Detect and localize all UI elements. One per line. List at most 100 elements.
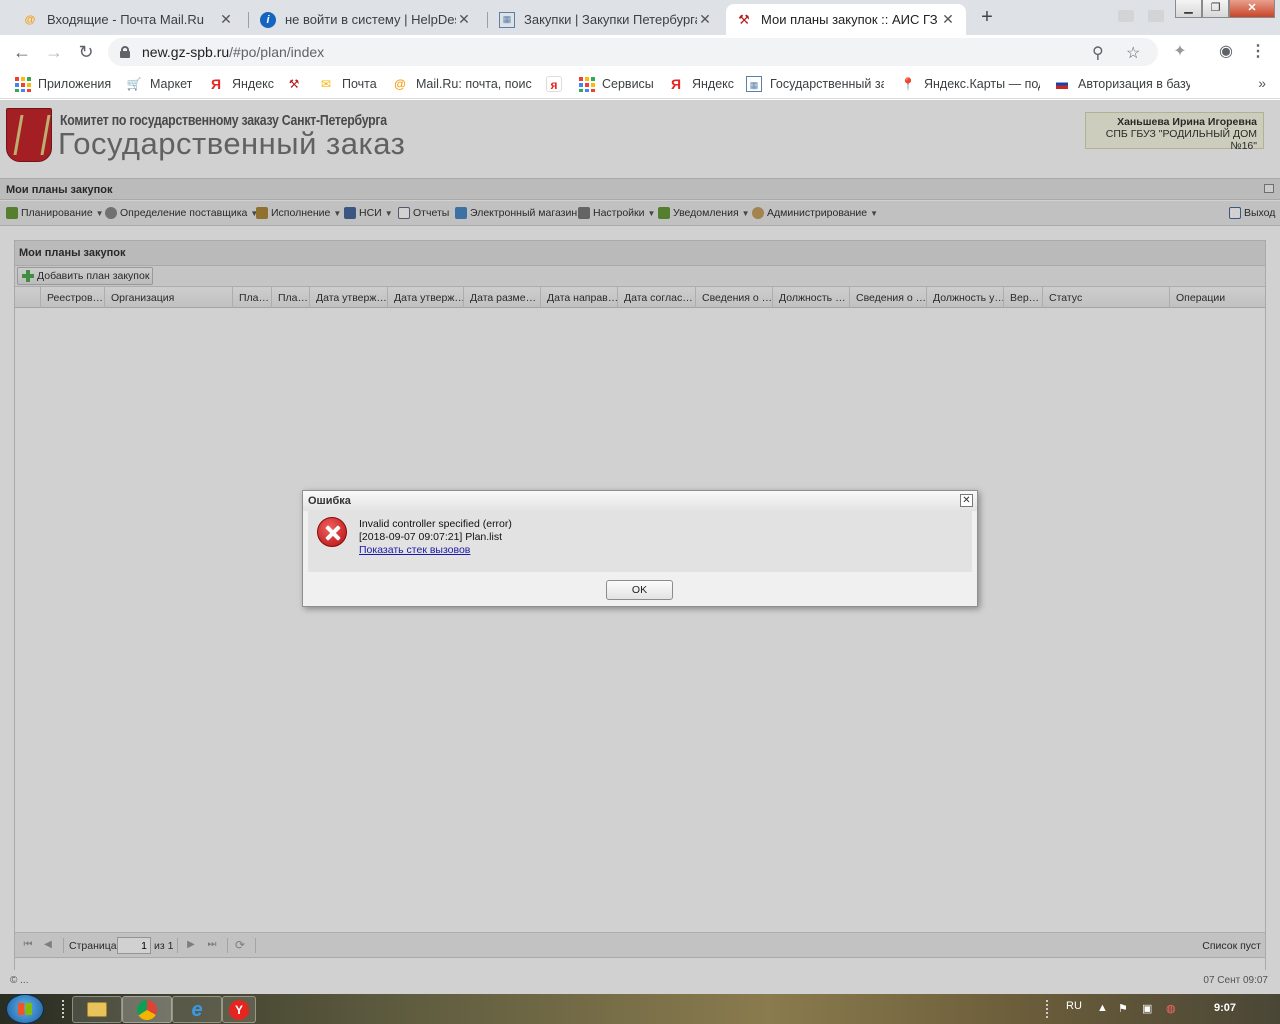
reload-button[interactable]: ↻ [74,40,98,64]
column-header-select[interactable] [15,287,40,308]
add-plan-button[interactable]: Добавить план закупок [17,267,154,285]
start-button[interactable] [6,994,44,1024]
bookmark-services[interactable]: Сервисы [578,76,654,92]
close-window-button[interactable]: ✕ [1229,0,1275,18]
menu-notifications[interactable]: Уведомления ▼ [658,207,750,219]
browser-tab-zakupki[interactable]: ▦ Закупки | Закупки Петербурга ✕ [489,4,723,35]
taskbar-grip [62,1000,68,1018]
logout-icon [1229,207,1241,219]
info-icon: i [260,11,276,28]
column-header[interactable]: Операции [1169,287,1265,308]
clock[interactable]: 9:07 [1214,1002,1236,1014]
column-header[interactable]: Дата соглас… [617,287,695,308]
menu-nsi[interactable]: НСИ ▼ [344,207,393,219]
forward-button[interactable]: → [42,40,66,64]
copyright: © ... [10,975,29,986]
extension-icon[interactable]: ✦ [1168,40,1192,64]
menu-supplier[interactable]: Определение поставщика ▼ [105,207,258,219]
ok-button[interactable]: OK [606,580,673,600]
bookmark-label: Приложения [38,77,112,91]
menu-planning[interactable]: Планирование ▼ [6,207,104,219]
action-center-flag-icon[interactable]: ⚑ [1118,1002,1128,1015]
network-icon[interactable]: ▣ [1142,1002,1152,1015]
column-header[interactable]: Дата разме… [463,287,540,308]
column-header[interactable]: Статус [1042,287,1169,308]
zoom-icon[interactable]: ⚲ [1092,43,1104,63]
gavel-icon: ⚒ [738,11,750,27]
volume-muted-icon[interactable]: ◍ [1166,1002,1176,1015]
bookmark-yandex-2[interactable]: Я Яндекс [668,76,734,92]
last-page-icon[interactable]: ⏭ [205,939,219,951]
bookmark-mailru[interactable]: @ Mail.Ru: почта, поис [392,76,532,92]
bookmark-label: Маркет [150,77,193,91]
bookmark-gavel[interactable]: ⚒ [286,76,310,92]
prev-page-icon[interactable]: ◀ [41,939,55,951]
next-page-icon[interactable]: ▶ [184,939,198,951]
minimize-button[interactable]: ▁ [1175,0,1202,18]
taskbar-yandex[interactable]: Y [222,996,256,1023]
chrome-icon [137,999,157,1020]
close-icon[interactable]: ✕ [960,494,973,507]
column-header[interactable]: Организация [104,287,232,308]
column-header[interactable]: Должность у… [926,287,1003,308]
tab-close-icon[interactable]: ✕ [940,11,956,28]
browser-tab-mail[interactable]: @ Входящие - Почта Mail.Ru ✕ [12,4,244,35]
column-header[interactable]: Пла… [271,287,309,308]
notification-icon [658,207,670,219]
address-bar[interactable]: new.gz-spb.ru/#po/plan/index ⚲ ☆ [108,38,1158,66]
wrench-icon [578,207,590,219]
column-header[interactable]: Сведения о … [849,287,926,308]
new-tab-button[interactable]: + [976,6,998,28]
taskbar-chrome[interactable] [122,996,172,1023]
language-indicator[interactable]: RU [1066,1000,1082,1012]
refresh-icon[interactable]: ⟳ [233,939,247,951]
taskbar-ie[interactable]: e [172,996,222,1023]
taskbar-explorer[interactable] [72,996,122,1023]
profile-icon[interactable]: ◉ [1214,40,1238,64]
bookmark-pochta[interactable]: ✉ Почта [318,76,377,92]
tab-close-icon[interactable]: ✕ [456,11,472,28]
section-title-bar: Мои планы закупок [0,178,1280,200]
tray-expand-icon[interactable]: ▲ [1097,1002,1108,1014]
menu-eshop[interactable]: Электронный магазин [455,207,577,219]
map-pin-icon: 📍 [900,77,916,91]
column-header[interactable]: Пла… [232,287,271,308]
maximize-button[interactable]: ❐ [1202,0,1229,18]
tab-close-icon[interactable]: ✕ [697,11,713,28]
collapse-icon[interactable] [1264,184,1274,193]
bookmark-gz[interactable]: ▦ Государственный за [746,76,884,92]
column-header[interactable]: Реестров… [40,287,104,308]
column-header[interactable]: Дата направ… [540,287,617,308]
bookmark-yandex-maps[interactable]: 📍 Яндекс.Карты — под [900,76,1040,92]
bookmark-auth[interactable]: Авторизация в базу [1054,76,1190,92]
column-header[interactable]: Дата утверж… [387,287,463,308]
bookmark-label: Авторизация в базу [1078,77,1190,91]
menu-reports[interactable]: Отчеты [398,207,449,219]
tab-title: не войти в систему | HelpDesk - [285,12,456,27]
bookmarks-overflow-icon[interactable]: » [1258,75,1266,91]
browser-tab-helpdesk[interactable]: i не войти в систему | HelpDesk - ✕ [250,4,482,35]
bookmark-market[interactable]: 🛒 Маркет [126,76,193,92]
server-time: 07 Сент 09:07 [1203,975,1268,986]
menu-execution[interactable]: Исполнение ▼ [256,207,341,219]
back-button[interactable]: ← [10,40,34,64]
tab-close-icon[interactable]: ✕ [218,11,234,28]
logout-button[interactable]: Выход [1229,207,1275,219]
column-header[interactable]: Сведения о … [695,287,772,308]
browser-tab-strip: @ Входящие - Почта Mail.Ru ✕ i не войти … [0,0,1280,35]
chevron-down-icon: ▼ [741,208,750,218]
first-page-icon[interactable]: ⏮ [21,939,35,951]
menu-kebab-icon[interactable]: ⋮ [1246,40,1270,64]
page-number-input[interactable] [117,937,151,954]
bookmark-yandex-1[interactable]: Я Яндекс [208,76,274,92]
column-header[interactable]: Вер… [1003,287,1042,308]
show-stack-trace-link[interactable]: Показать стек вызовов [359,544,512,557]
menu-admin[interactable]: Администрирование ▼ [752,207,878,219]
bookmark-star-icon[interactable]: ☆ [1126,43,1140,63]
browser-tab-plans[interactable]: ⚒ Мои планы закупок :: АИС ГЗ ✕ [726,4,966,35]
menu-settings[interactable]: Настройки ▼ [578,207,655,219]
bookmark-apps[interactable]: Приложения [14,76,111,92]
column-header[interactable]: Дата утверж… [309,287,387,308]
column-header[interactable]: Должность … [772,287,849,308]
bookmark-yandex-square[interactable]: я [546,76,570,92]
